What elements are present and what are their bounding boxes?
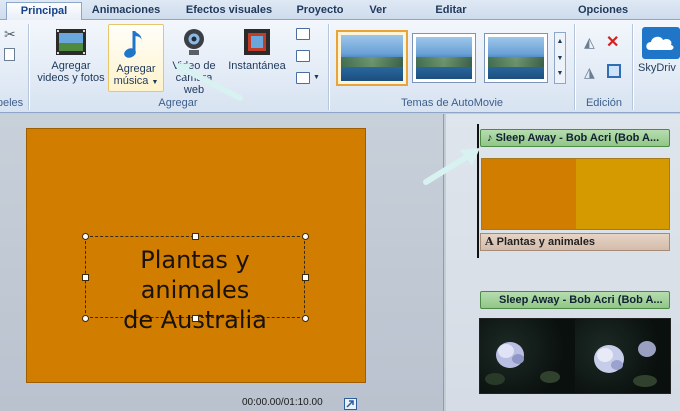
clip-frame — [575, 319, 670, 393]
add-videos-label-1: Agregar — [51, 60, 91, 72]
preview-pane: Plantas y animales de Australia 00:00.00… — [0, 114, 444, 411]
webcam-icon — [184, 29, 204, 55]
ribbon: ✂ peles Agregar videos y fotos Agregar m… — [0, 20, 680, 113]
group-separator — [328, 24, 329, 110]
add-music-label-2: música — [113, 75, 149, 87]
themes-group-label: Temas de AutoMovie — [400, 97, 504, 109]
flower-thumbnail — [485, 342, 560, 385]
tab-editar[interactable]: Editar — [424, 2, 478, 20]
agregar-group-label: Agregar — [158, 97, 198, 109]
text-icon: A — [485, 235, 494, 248]
expand-icon[interactable] — [344, 398, 357, 410]
caption-clip-label: Plantas y animales — [496, 236, 596, 248]
theme-thumbnail-3[interactable] — [484, 33, 548, 83]
audio-clip-2-label: Sleep Away - Bob Acri (Bob A... — [499, 294, 663, 306]
snapshot-icon — [244, 29, 270, 55]
webcam-label-1: Video de — [172, 60, 216, 72]
tab-efectos-visuales[interactable]: Efectos visuales — [176, 2, 282, 20]
group-separator — [28, 24, 29, 110]
flower-thumbnail — [594, 341, 657, 387]
add-music-label-1: Agregar — [116, 63, 156, 75]
clip-frame — [480, 319, 575, 393]
credits-small-icon[interactable] — [296, 72, 310, 84]
theme-preview — [341, 35, 403, 81]
scroll-up-icon[interactable]: ▲ — [555, 33, 565, 50]
audio-clip-1-label: Sleep Away - Bob Acri (Bob A... — [495, 132, 660, 144]
snapshot-label: Instantánea — [228, 60, 286, 72]
chevron-down-icon[interactable]: ▼ — [151, 79, 158, 86]
theme-preview — [488, 37, 544, 79]
resize-handle[interactable] — [302, 315, 309, 322]
scroll-down-icon[interactable]: ▼ — [555, 50, 565, 67]
copy-icon[interactable] — [4, 48, 15, 61]
themes-scroll[interactable]: ▲ ▼ ▼ — [554, 32, 566, 84]
title-small-icon[interactable] — [296, 28, 310, 40]
video-preview[interactable]: Plantas y animales de Australia — [26, 128, 366, 383]
caption-small-icon[interactable] — [296, 50, 310, 62]
group-separator — [632, 24, 633, 110]
playhead[interactable] — [477, 124, 479, 258]
skydrive-cloud-icon — [642, 27, 680, 59]
add-music-label-2-row: música ▼ — [109, 75, 163, 89]
tab-proyecto[interactable]: Proyecto — [292, 2, 348, 20]
resize-handle[interactable] — [302, 274, 309, 281]
edicion-group-label: Edición — [585, 97, 623, 109]
resize-handle[interactable] — [82, 274, 89, 281]
webcam-label-2: cámara web — [175, 72, 213, 96]
skydrive-button[interactable]: SkyDriv — [638, 26, 680, 90]
rotate-right-icon[interactable]: ◮ — [584, 64, 595, 81]
clip-frame — [575, 159, 669, 229]
theme-preview — [416, 37, 472, 79]
resize-handle[interactable] — [192, 233, 199, 240]
theme-thumbnail-1[interactable] — [336, 30, 408, 86]
expand-arrow-icon — [346, 400, 354, 408]
resize-handle[interactable] — [302, 233, 309, 240]
music-note-small-icon: ♪ — [487, 132, 493, 144]
rotate-left-icon[interactable]: ◭ — [584, 34, 595, 51]
tab-principal[interactable]: Principal — [6, 2, 82, 20]
dropdown-arrow-icon[interactable]: ▼ — [313, 74, 320, 81]
more-themes-icon[interactable]: ▼ — [555, 67, 565, 81]
resize-handle[interactable] — [192, 315, 199, 322]
clip-frame — [482, 159, 576, 229]
music-note-icon — [124, 31, 142, 58]
tab-ver[interactable]: Ver — [360, 2, 396, 20]
add-videos-label-2: videos y fotos — [37, 72, 105, 84]
snapshot-button[interactable]: Instantánea — [224, 26, 290, 92]
resize-handle[interactable] — [82, 233, 89, 240]
audio-clip-2[interactable]: Sleep Away - Bob Acri (Bob A... — [480, 291, 670, 309]
group-separator — [574, 24, 575, 110]
film-photo-icon — [56, 29, 86, 55]
clipboard-group-label: peles — [0, 97, 24, 109]
theme-thumbnail-2[interactable] — [412, 33, 476, 83]
skydrive-label: SkyDriv — [638, 62, 676, 74]
timecode: 00:00.00/01:10.00 — [242, 397, 323, 408]
add-music-button[interactable]: Agregar música ▼ — [108, 24, 164, 92]
tab-opciones[interactable]: Opciones — [570, 2, 636, 20]
resize-handle[interactable] — [82, 315, 89, 322]
video-clip-flowers[interactable] — [479, 318, 671, 394]
add-videos-photos-button[interactable]: Agregar videos y fotos — [34, 26, 108, 92]
webcam-video-button[interactable]: Video de cámara web — [166, 26, 222, 96]
scissors-icon[interactable]: ✂ — [4, 26, 16, 43]
ribbon-tabs: Principal Animaciones Efectos visuales P… — [0, 0, 680, 20]
select-all-icon[interactable] — [607, 64, 621, 78]
caption-clip[interactable]: A Plantas y animales — [480, 233, 670, 251]
video-clip-title[interactable] — [481, 158, 670, 230]
delete-x-icon[interactable]: ✕ — [606, 32, 619, 52]
title-line-1: Plantas y animales — [140, 246, 250, 304]
audio-clip-1[interactable]: ♪ Sleep Away - Bob Acri (Bob A... — [480, 129, 670, 147]
title-textbox[interactable]: Plantas y animales de Australia — [82, 233, 309, 334]
tab-animaciones[interactable]: Animaciones — [86, 2, 166, 20]
